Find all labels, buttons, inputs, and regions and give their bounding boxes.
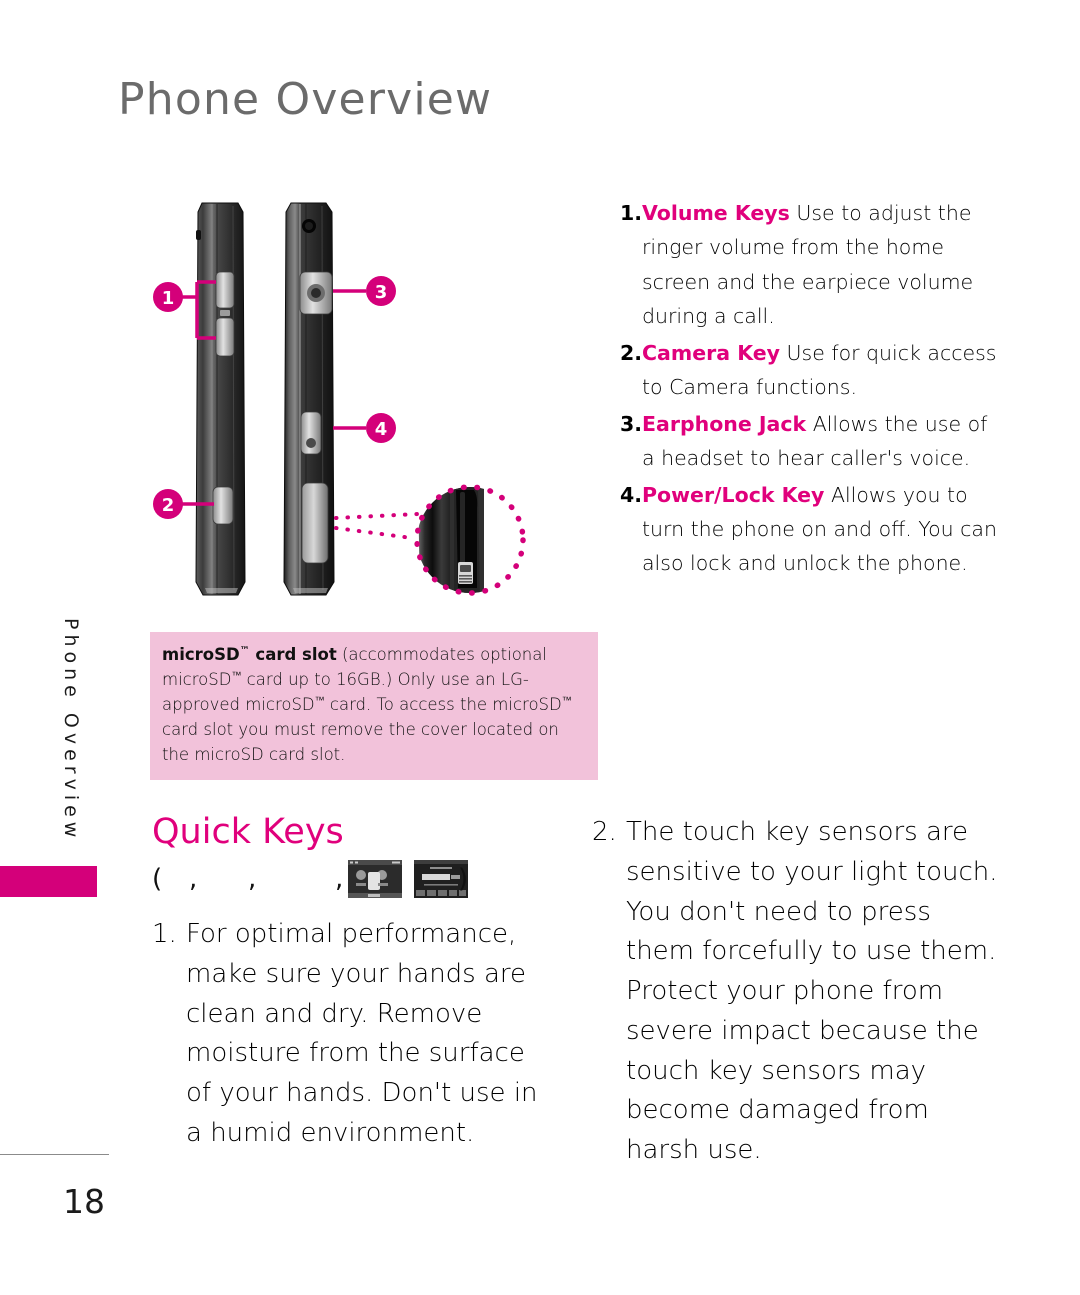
quick-keys-item-1-number: 1. bbox=[152, 919, 177, 949]
callout-4: 4 bbox=[333, 413, 396, 443]
feature-label: Camera Key bbox=[642, 340, 781, 365]
feature-body: Earphone Jack Allows the use of a headse… bbox=[642, 407, 1000, 476]
phone-illustration: 1 2 3 4 bbox=[150, 190, 540, 620]
note-body-3: card. To access the microSD bbox=[324, 695, 562, 715]
quick-key-screenshot-1-icon bbox=[348, 860, 402, 898]
quick-keys-heading: Quick Keys bbox=[152, 812, 344, 852]
quick-keys-item-2-number: 2. bbox=[592, 817, 617, 847]
feature-list-item: 2. Camera Key Use for quick access to Ca… bbox=[620, 336, 1000, 405]
trademark-icon: ™ bbox=[561, 695, 572, 707]
feature-label: Earphone Jack bbox=[642, 411, 807, 436]
page-title: Phone Overview bbox=[118, 74, 493, 125]
comma-separator: , bbox=[335, 864, 344, 894]
side-tab-color-block bbox=[0, 866, 97, 897]
feature-list-item: 4. Power/Lock Key Allows you to turn the… bbox=[620, 478, 1000, 581]
note-bold-rest: card slot bbox=[249, 645, 337, 664]
footer-divider bbox=[0, 1154, 109, 1155]
side-tab: Phone Overview bbox=[52, 618, 82, 858]
comma-separator: , bbox=[189, 864, 198, 894]
feature-list-item: 1. Volume Keys Use to adjust the ringer … bbox=[620, 196, 1000, 334]
quick-keys-icon-row: ( , , ,) bbox=[152, 860, 482, 904]
callout-3: 3 bbox=[333, 276, 396, 306]
quick-keys-item-1-text: For optimal performance, make sure your … bbox=[186, 919, 538, 1148]
phone-side-view-left bbox=[195, 202, 246, 596]
phone-side-view-right bbox=[283, 202, 335, 596]
note-bold-lead: microSD bbox=[162, 645, 240, 664]
quick-keys-item-2-text: The touch key sensors are sensitive to y… bbox=[626, 817, 998, 1166]
svg-text:2: 2 bbox=[162, 495, 175, 516]
svg-text:1: 1 bbox=[162, 288, 175, 309]
trademark-icon: ™ bbox=[231, 670, 242, 682]
feature-label: Volume Keys bbox=[642, 201, 790, 225]
comma-separator: , bbox=[248, 864, 257, 894]
quick-keys-item-2: 2. The touch key sensors are sensitive t… bbox=[592, 813, 1002, 1171]
feature-number: 4. bbox=[620, 482, 643, 507]
feature-number: 3. bbox=[620, 411, 643, 436]
svg-text:4: 4 bbox=[375, 419, 388, 440]
feature-list: 1. Volume Keys Use to adjust the ringer … bbox=[620, 196, 1000, 583]
svg-text:3: 3 bbox=[375, 282, 388, 303]
paren-close: ) bbox=[458, 864, 469, 894]
quick-keys-item-1: 1. For optimal performance, make sure yo… bbox=[152, 915, 552, 1154]
trademark-icon: ™ bbox=[239, 645, 250, 657]
page-number: 18 bbox=[63, 1182, 105, 1221]
paren-open: ( bbox=[152, 864, 163, 894]
feature-number: 2. bbox=[620, 340, 643, 365]
microsd-detail-circle bbox=[414, 484, 526, 596]
feature-list-item: 3. Earphone Jack Allows the use of a hea… bbox=[620, 407, 1000, 476]
feature-body: Camera Key Use for quick access to Camer… bbox=[642, 336, 1000, 405]
feature-body: Volume Keys Use to adjust the ringer vol… bbox=[642, 196, 1000, 334]
side-tab-label: Phone Overview bbox=[60, 618, 82, 843]
note-body-4: card slot you must remove the cover loca… bbox=[162, 720, 559, 765]
feature-body: Power/Lock Key Allows you to turn the ph… bbox=[642, 478, 1000, 581]
feature-label: Power/Lock Key bbox=[642, 482, 825, 507]
feature-number: 1. bbox=[620, 201, 643, 225]
detail-leader-lines bbox=[334, 512, 420, 540]
microsd-note-box: microSD™ card slot (accommodates optiona… bbox=[150, 632, 598, 781]
trademark-icon: ™ bbox=[314, 695, 325, 707]
